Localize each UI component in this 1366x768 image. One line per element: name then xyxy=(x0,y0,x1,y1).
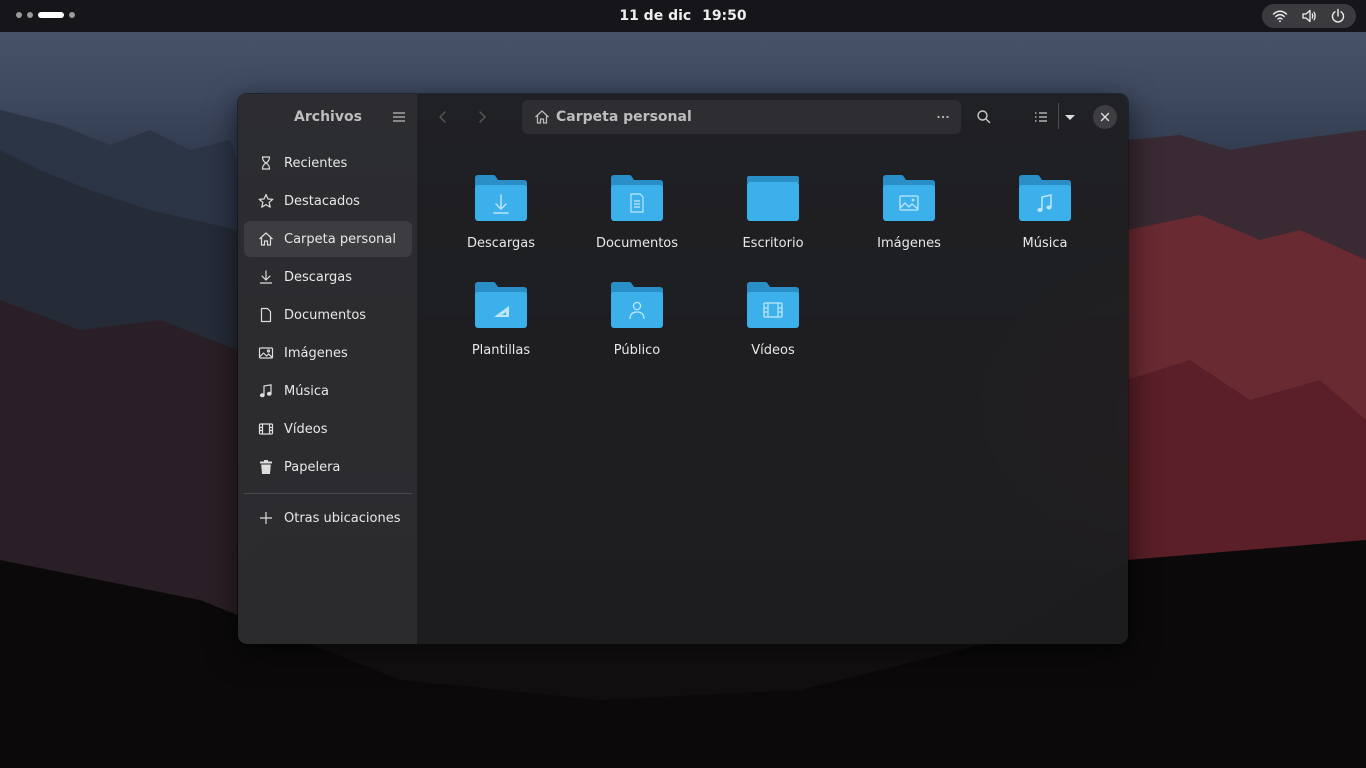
plus-icon xyxy=(260,512,272,524)
sidebar-item-label: Destacados xyxy=(284,193,360,209)
folder-music-icon xyxy=(1019,175,1071,221)
clock-icon xyxy=(261,156,271,170)
sidebar-item-videos[interactable]: Vídeos xyxy=(244,411,412,447)
wifi-icon xyxy=(1273,10,1288,23)
clock-time: 19:50 xyxy=(702,8,747,24)
clock[interactable]: 11 de dic 19:50 xyxy=(0,0,1366,32)
sidebar-item-label: Otras ubicaciones xyxy=(284,510,401,526)
sidebar-item-label: Descargas xyxy=(284,269,353,285)
sidebar-places: Recientes Destacados Carpeta personal De… xyxy=(244,145,412,487)
sidebar-item-label: Imágenes xyxy=(284,345,348,361)
sidebar-item-imagenes[interactable]: Imágenes xyxy=(244,335,412,371)
folder-download-icon xyxy=(475,175,527,221)
folder-videos[interactable]: Vídeos xyxy=(725,279,821,379)
search-icon[interactable] xyxy=(975,108,993,126)
folder-video-icon xyxy=(747,282,799,328)
sidebar-item-otras-ubicaciones[interactable]: Otras ubicaciones xyxy=(244,500,412,536)
folder-descargas[interactable]: Descargas xyxy=(453,172,549,272)
sidebar-item-label: Música xyxy=(284,383,329,399)
sidebar-separator xyxy=(244,493,412,494)
sidebar-item-label: Papelera xyxy=(284,459,341,475)
download-icon xyxy=(259,270,273,284)
path-bar[interactable]: Carpeta personal xyxy=(522,100,961,134)
folder-name: Público xyxy=(613,343,661,358)
view-options-dropdown-icon[interactable] xyxy=(1061,108,1079,126)
folder-name: Imágenes xyxy=(877,236,941,251)
folder-image-icon xyxy=(883,175,935,221)
home-icon xyxy=(259,232,273,246)
folder-name: Música xyxy=(1022,236,1068,251)
sidebar-item-destacados[interactable]: Destacados xyxy=(244,183,412,219)
clock-date: 11 de dic xyxy=(619,8,692,24)
header-divider xyxy=(1058,103,1059,129)
files-window: Archivos Recientes Destacados Carpeta pe… xyxy=(237,93,1129,645)
folder-name: Escritorio xyxy=(742,236,804,251)
current-path: Carpeta personal xyxy=(556,109,692,125)
sidebar-other-locations: Otras ubicaciones xyxy=(244,500,412,538)
top-bar: 11 de dic 19:50 xyxy=(0,0,1366,32)
folder-name: Vídeos xyxy=(751,343,795,358)
main-content: Carpeta personal Descargas Documentos Es… xyxy=(417,94,1128,644)
folder-document-icon xyxy=(611,175,663,221)
video-icon xyxy=(258,423,274,435)
system-tray[interactable] xyxy=(1262,4,1356,28)
folder-person-icon xyxy=(611,282,663,328)
sidebar-item-musica[interactable]: Música xyxy=(244,373,412,409)
sidebar-item-papelera[interactable]: Papelera xyxy=(244,449,412,485)
header-bar: Carpeta personal xyxy=(417,94,1128,140)
folder-escritorio[interactable]: Escritorio xyxy=(725,172,821,272)
sidebar-header: Archivos xyxy=(238,94,417,140)
close-icon xyxy=(1100,112,1110,122)
folder-publico[interactable]: Público xyxy=(589,279,685,379)
close-button[interactable] xyxy=(1093,105,1117,129)
folder-template-icon xyxy=(475,282,527,328)
hamburger-menu-icon[interactable] xyxy=(391,109,407,125)
folder-musica[interactable]: Música xyxy=(997,172,1093,272)
sidebar-item-descargas[interactable]: Descargas xyxy=(244,259,412,295)
sidebar-item-documentos[interactable]: Documentos xyxy=(244,297,412,333)
sidebar: Archivos Recientes Destacados Carpeta pe… xyxy=(238,94,417,644)
app-title: Archivos xyxy=(294,109,362,125)
sidebar-item-carpeta-personal[interactable]: Carpeta personal xyxy=(244,221,412,257)
sidebar-item-label: Carpeta personal xyxy=(284,231,396,247)
sidebar-item-label: Recientes xyxy=(284,155,348,171)
folder-imagenes[interactable]: Imágenes xyxy=(861,172,957,272)
image-icon xyxy=(258,347,274,359)
star-icon xyxy=(258,193,274,208)
music-icon xyxy=(259,384,272,398)
sidebar-item-label: Vídeos xyxy=(284,421,328,437)
folder-documentos[interactable]: Documentos xyxy=(589,172,685,272)
sidebar-item-label: Documentos xyxy=(284,307,367,323)
forward-arrow-icon[interactable] xyxy=(472,107,492,127)
folder-desktop-icon xyxy=(747,176,799,221)
sidebar-item-recientes[interactable]: Recientes xyxy=(244,145,412,181)
volume-icon xyxy=(1302,9,1316,23)
trash-icon xyxy=(260,460,272,474)
folder-name: Plantillas xyxy=(471,343,531,358)
back-arrow-icon[interactable] xyxy=(433,107,453,127)
list-view-icon[interactable] xyxy=(1032,108,1050,126)
folder-plantillas[interactable]: Plantillas xyxy=(453,279,549,379)
more-options-icon[interactable] xyxy=(935,109,951,125)
folder-name: Descargas xyxy=(466,236,535,251)
home-icon xyxy=(535,110,549,124)
power-icon xyxy=(1331,8,1344,23)
document-icon xyxy=(260,307,272,323)
folder-name: Documentos xyxy=(595,236,679,251)
